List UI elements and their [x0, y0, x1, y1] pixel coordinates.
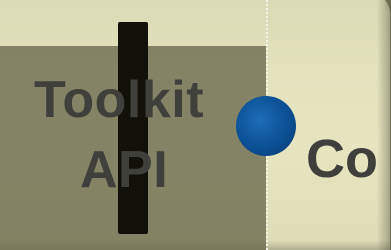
overlay-label-line2: API	[80, 141, 169, 199]
tile-edge-shadow	[377, 0, 391, 250]
photo-scene: Toolkit API Co	[0, 0, 391, 250]
blue-pip	[236, 96, 296, 156]
overlay-label-right: Co	[306, 129, 378, 189]
overlay-label-line1: Toolkit	[34, 71, 205, 129]
